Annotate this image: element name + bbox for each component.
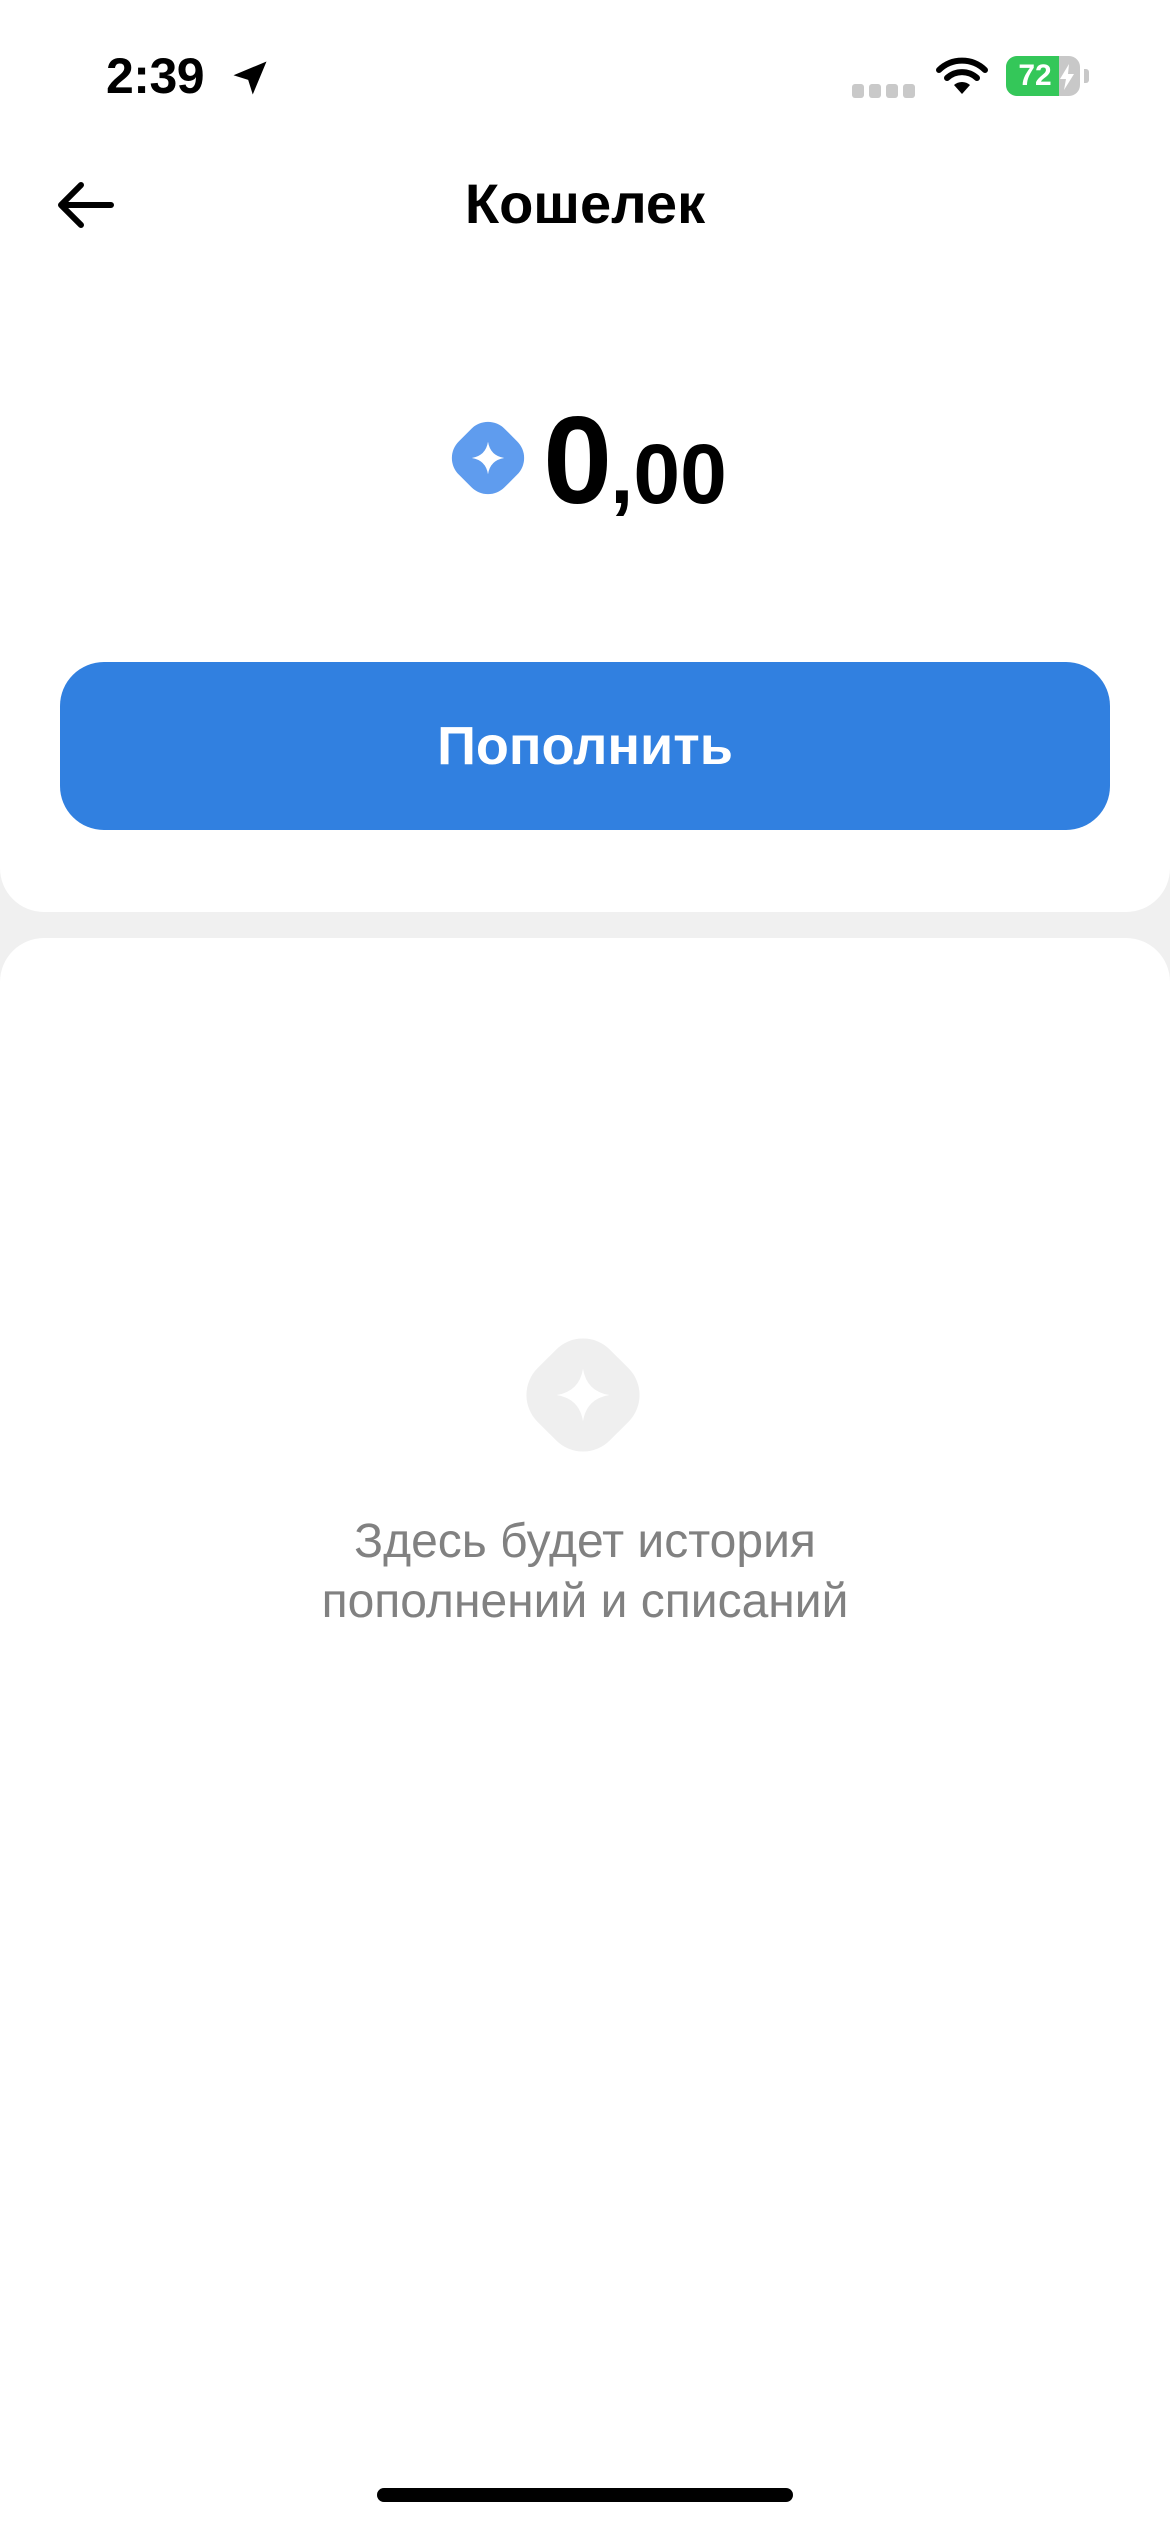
status-time: 2:39	[106, 48, 205, 104]
home-indicator[interactable]	[377, 2488, 793, 2502]
battery-level: 72	[1018, 59, 1052, 92]
topup-button[interactable]: Пополнить	[60, 662, 1110, 830]
location-arrow-icon	[233, 61, 267, 95]
history-empty-line-1: Здесь будет история	[354, 1515, 816, 1568]
coin-icon	[451, 421, 525, 495]
history-empty-message: Здесь будет история пополнений и списани…	[0, 1512, 1170, 1632]
history-card	[0, 938, 1170, 2532]
wifi-icon	[936, 57, 988, 94]
signal-icon	[852, 84, 915, 98]
page-title: Кошелек	[464, 172, 706, 235]
balance-integer: 0	[543, 392, 612, 530]
balance-fraction: ,00	[610, 427, 727, 521]
charging-bolt-icon	[1060, 64, 1074, 90]
wallet-balance: 0 ,00	[0, 396, 1170, 526]
coin-placeholder-icon	[526, 1338, 640, 1452]
battery-indicator: 72	[1006, 56, 1089, 96]
history-empty-line-2: пополнений и списаний	[321, 1575, 849, 1628]
